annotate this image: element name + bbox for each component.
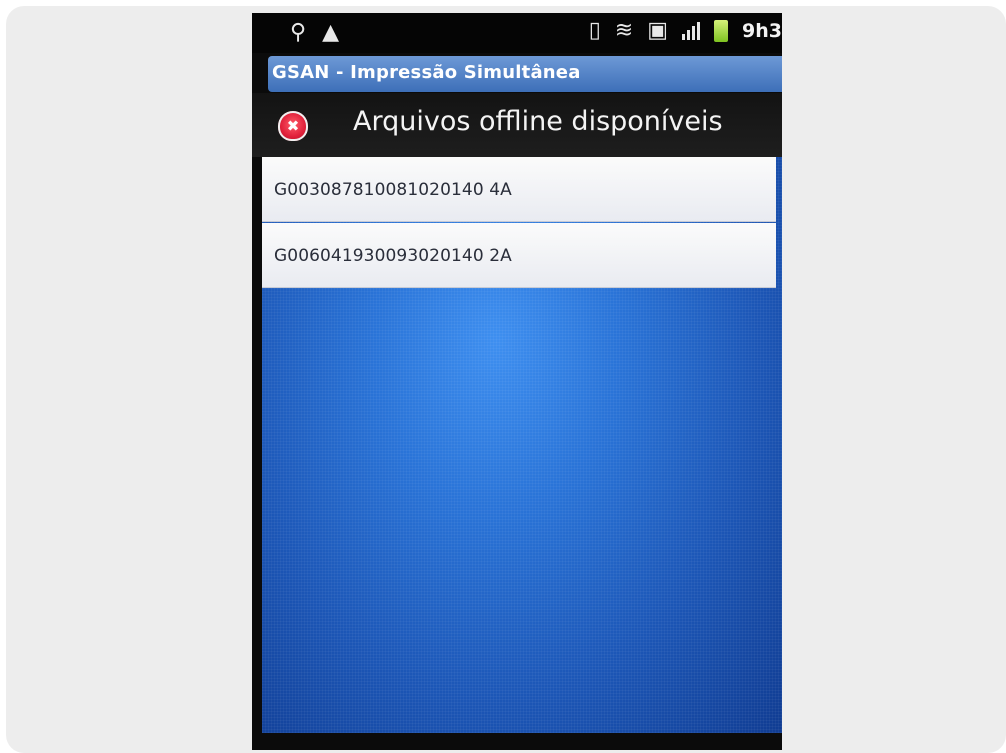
list-item[interactable]: G003087810081020140 4A <box>262 157 776 222</box>
app-title: GSAN - Impressão Simultânea <box>272 62 581 83</box>
app-title-bar: GSAN - Impressão Simultânea <box>268 56 782 92</box>
warning-icon: ▲ <box>322 20 340 45</box>
screenshot-frame: ⚲ ▲ ▯ ≋ ▣ 9h3 GSAN - Impressão Simultâne… <box>6 6 1006 753</box>
file-name: G003087810081020140 4A <box>274 180 512 200</box>
screen-header: Arquivos offline disponíveis <box>252 93 782 157</box>
usb-icon: ⚲ <box>290 20 307 45</box>
vibrate-icon: ▯ <box>588 18 601 43</box>
error-shield-icon <box>278 111 308 141</box>
clock: 9h3 <box>742 20 782 42</box>
list-item[interactable]: G006041930093020140 2A <box>262 223 776 288</box>
sdcard-icon: ▣ <box>647 18 669 43</box>
offline-files-list: G003087810081020140 4A G0060419300930201… <box>262 157 782 733</box>
bottom-bar <box>252 733 782 750</box>
wifi-icon: ≋ <box>614 18 634 43</box>
status-bar: ⚲ ▲ ▯ ≋ ▣ 9h3 <box>252 13 782 53</box>
signal-icon <box>682 22 701 40</box>
battery-icon <box>714 20 729 42</box>
screen-title: Arquivos offline disponíveis <box>353 106 723 137</box>
phone-screen: ⚲ ▲ ▯ ≋ ▣ 9h3 GSAN - Impressão Simultâne… <box>252 13 782 750</box>
file-name: G006041930093020140 2A <box>274 246 512 266</box>
